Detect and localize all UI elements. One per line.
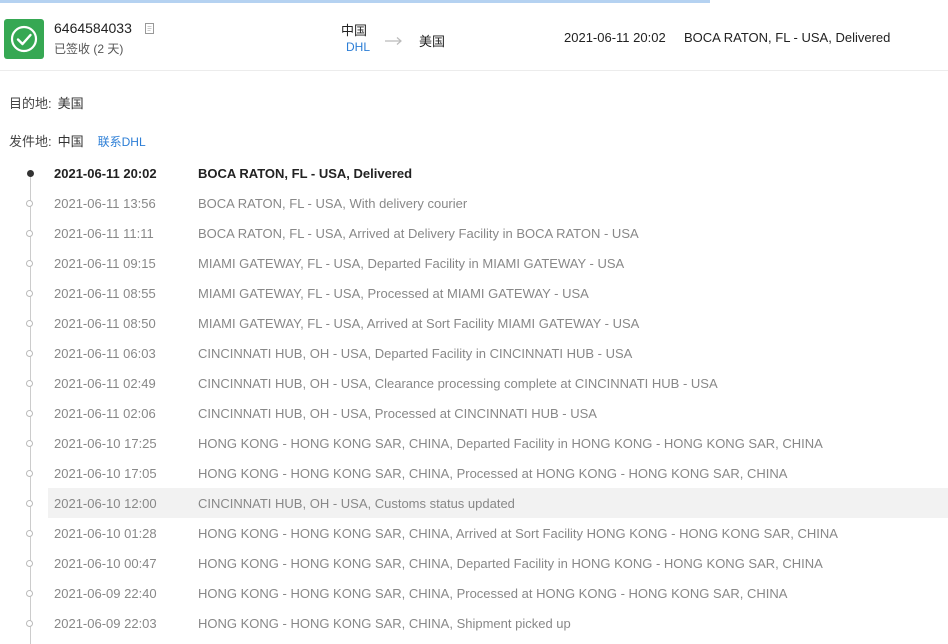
- carrier-link[interactable]: DHL: [346, 40, 370, 54]
- origin-value: 中国: [57, 134, 84, 149]
- shipment-header: 6464584033 已签收 (2 天) 中国 DHL 美国 2021-06-1…: [0, 4, 948, 71]
- event-time: 2021-06-11 06:03: [54, 346, 156, 361]
- event-desc: MIAMI GATEWAY, FL - USA, Arrived at Sort…: [198, 316, 640, 331]
- timeline-dot: [26, 470, 33, 477]
- event-time: 2021-06-11 08:55: [54, 286, 156, 301]
- event-desc: HONG KONG - HONG KONG SAR, CHINA, Arrive…: [198, 526, 838, 541]
- timeline-event: 2021-06-09 22:03 HONG KONG - HONG KONG SA…: [26, 608, 948, 638]
- timeline-dot: [26, 410, 33, 417]
- origin-label: 发件地:: [9, 134, 52, 149]
- event-desc: CINCINNATI HUB, OH - USA, Departed Facil…: [198, 346, 633, 361]
- timeline-event: 2021-06-10 17:05 HONG KONG - HONG KONG SA…: [26, 458, 948, 488]
- event-desc: MIAMI GATEWAY, FL - USA, Departed Facili…: [198, 256, 625, 271]
- copy-icon[interactable]: [145, 22, 155, 34]
- timeline-dot: [26, 500, 33, 507]
- timeline-event: 2021-06-11 02:49 CINCINNATI HUB, OH - USA…: [26, 368, 948, 398]
- event-desc: HONG KONG - HONG KONG SAR, CHINA, Proces…: [198, 586, 788, 601]
- arrow-right-icon: [384, 33, 404, 51]
- timeline-dot: [26, 200, 33, 207]
- timeline-event: 2021-06-11 02:06 CINCINNATI HUB, OH - USA…: [26, 398, 948, 428]
- origin-country: 中国: [341, 23, 368, 38]
- timeline-dot: [26, 320, 33, 327]
- event-time: 2021-06-11 11:11: [54, 226, 154, 241]
- event-time: 2021-06-10 12:00: [54, 496, 157, 511]
- destination-value: 美国: [57, 96, 84, 111]
- destination-label: 目的地:: [9, 96, 52, 111]
- timeline-dot: [26, 260, 33, 267]
- check-circle-icon: [4, 19, 44, 59]
- timeline-event: 2021-06-11 08:50 MIAMI GATEWAY, FL - USA,…: [26, 308, 948, 338]
- timeline-dot: [26, 290, 33, 297]
- timeline-dot: [26, 230, 33, 237]
- tracking-number[interactable]: 6464584033: [54, 20, 132, 36]
- event-time: 2021-06-11 09:15: [54, 256, 156, 271]
- event-desc: CINCINNATI HUB, OH - USA, Processed at C…: [198, 406, 597, 421]
- timeline-event: 2021-06-11 08:55 MIAMI GATEWAY, FL - USA,…: [26, 278, 948, 308]
- origin-row: 发件地: 中国 联系DHL: [9, 131, 146, 150]
- timeline-dot: [26, 380, 33, 387]
- event-time: 2021-06-09 22:03: [54, 616, 157, 631]
- event-time: 2021-06-10 01:28: [54, 526, 157, 541]
- timeline-event: 2021-06-11 09:15 MIAMI GATEWAY, FL - USA,…: [26, 248, 948, 278]
- event-time: 2021-06-11 13:56: [54, 196, 156, 211]
- timeline-dot: [27, 170, 34, 177]
- event-desc: CINCINNATI HUB, OH - USA, Clearance proc…: [198, 376, 718, 391]
- event-time: 2021-06-11 02:49: [54, 376, 156, 391]
- timeline-dot: [26, 560, 33, 567]
- latest-event-desc: BOCA RATON, FL - USA, Delivered: [684, 30, 891, 45]
- timeline-event: 2021-06-11 13:56 BOCA RATON, FL - USA, Wi…: [26, 188, 948, 218]
- delivery-status: 已签收 (2 天): [54, 42, 124, 56]
- timeline-line: [30, 174, 31, 644]
- event-time: 2021-06-11 08:50: [54, 316, 156, 331]
- event-desc: HONG KONG - HONG KONG SAR, CHINA, Depart…: [198, 436, 823, 451]
- progress-accent: [0, 0, 710, 3]
- event-desc: BOCA RATON, FL - USA, Arrived at Deliver…: [198, 226, 639, 241]
- timeline-dot: [26, 440, 33, 447]
- event-desc: HONG KONG - HONG KONG SAR, CHINA, Proces…: [198, 466, 788, 481]
- timeline-dot: [26, 530, 33, 537]
- event-time: 2021-06-10 17:25: [54, 436, 157, 451]
- timeline-event: 2021-06-10 17:25 HONG KONG - HONG KONG SA…: [26, 428, 948, 458]
- event-time: 2021-06-11 02:06: [54, 406, 156, 421]
- event-desc: MIAMI GATEWAY, FL - USA, Processed at MI…: [198, 286, 589, 301]
- event-time: 2021-06-10 17:05: [54, 466, 157, 481]
- timeline-event: 2021-06-11 20:02 BOCA RATON, FL - USA, De…: [27, 158, 948, 188]
- timeline-dot: [26, 350, 33, 357]
- timeline-dot: [26, 590, 33, 597]
- event-desc: HONG KONG - HONG KONG SAR, CHINA, Depart…: [198, 556, 823, 571]
- timeline-event: 2021-06-09 22:40 HONG KONG - HONG KONG SA…: [26, 578, 948, 608]
- event-desc: HONG KONG - HONG KONG SAR, CHINA, Shipme…: [198, 616, 571, 631]
- event-desc: BOCA RATON, FL - USA, Delivered: [198, 166, 413, 181]
- timeline-dot: [26, 620, 33, 627]
- destination-country: 美国: [419, 34, 446, 49]
- timeline-event: 2021-06-11 06:03 CINCINNATI HUB, OH - USA…: [26, 338, 948, 368]
- event-desc: BOCA RATON, FL - USA, With delivery cour…: [198, 196, 468, 211]
- latest-event-time: 2021-06-11 20:02: [564, 30, 666, 45]
- contact-carrier-link[interactable]: 联系DHL: [98, 135, 146, 149]
- event-time: 2021-06-11 20:02: [54, 166, 157, 181]
- event-desc: CINCINNATI HUB, OH - USA, Customs status…: [198, 496, 515, 511]
- event-time: 2021-06-10 00:47: [54, 556, 157, 571]
- event-time: 2021-06-09 22:40: [54, 586, 157, 601]
- timeline-event-hovered: 2021-06-10 12:00 CINCINNATI HUB, OH - USA…: [26, 488, 948, 518]
- destination-row: 目的地: 美国: [9, 93, 84, 112]
- timeline-event: 2021-06-10 00:47 HONG KONG - HONG KONG SA…: [26, 548, 948, 578]
- timeline-event: 2021-06-10 01:28 HONG KONG - HONG KONG SA…: [26, 518, 948, 548]
- timeline-event: 2021-06-11 11:11 BOCA RATON, FL - USA, Ar…: [26, 218, 948, 248]
